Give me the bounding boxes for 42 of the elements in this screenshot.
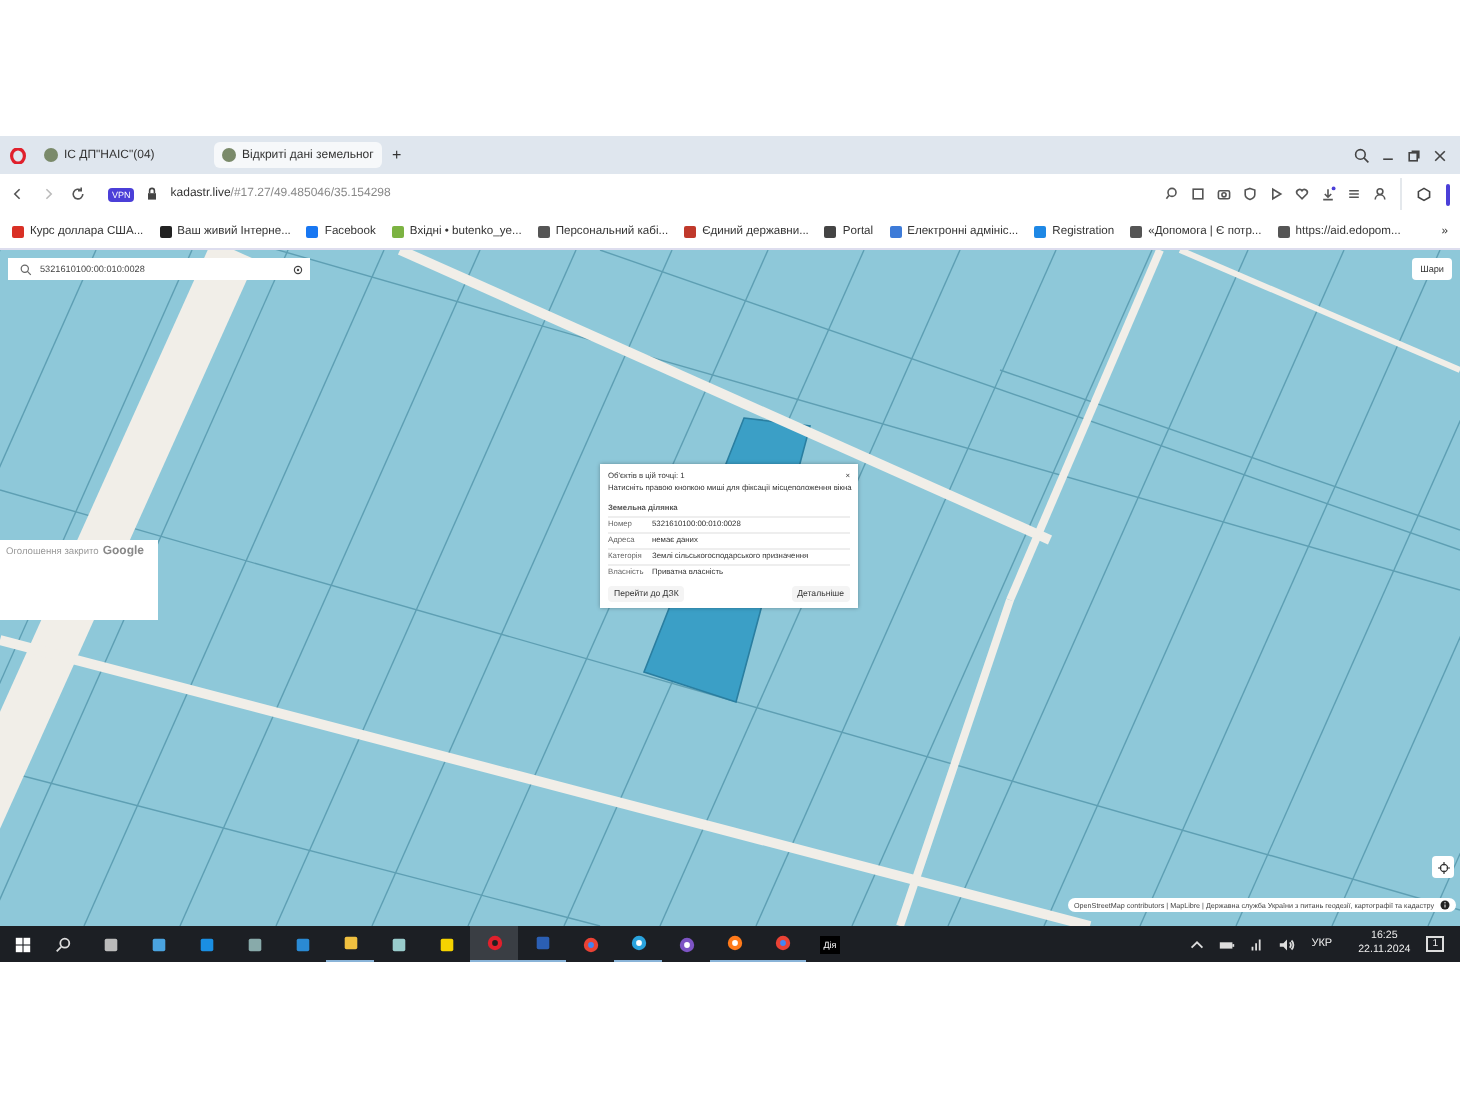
locate-button[interactable] (1432, 856, 1454, 878)
new-tab-button[interactable]: + (392, 146, 402, 164)
volume-icon[interactable] (1277, 935, 1296, 953)
app-square-icon (149, 935, 167, 953)
app-square-icon (293, 935, 311, 953)
app-square-icon (197, 935, 215, 953)
reload-icon[interactable] (70, 186, 86, 202)
app-square-icon (101, 935, 119, 953)
app-circle-icon (629, 934, 647, 952)
app-square-icon (341, 934, 359, 952)
search-icon (20, 263, 32, 275)
camera-icon[interactable] (1216, 186, 1232, 202)
network-icon[interactable] (1247, 935, 1266, 953)
app-circle-icon (677, 935, 695, 953)
crosshair-icon (1437, 861, 1449, 873)
user-icon[interactable] (1372, 186, 1388, 202)
app-square-icon (245, 935, 263, 953)
lock-icon (144, 186, 161, 202)
play-icon[interactable] (1268, 186, 1284, 202)
shield-icon[interactable] (1242, 186, 1258, 202)
taskbar-app[interactable] (470, 926, 518, 962)
app-circle-icon (581, 935, 599, 953)
download-icon[interactable] (1320, 186, 1336, 202)
search-icon (53, 935, 71, 953)
app-square-icon (389, 935, 407, 953)
app-square-icon (437, 935, 455, 953)
app-circle-icon (773, 934, 791, 952)
search-icon[interactable] (1354, 147, 1370, 163)
sidebar-indicator (1446, 183, 1450, 205)
windows-start-icon[interactable] (14, 935, 32, 953)
crosshair-icon[interactable] (292, 263, 304, 275)
heart-icon[interactable] (1294, 186, 1310, 202)
back-icon[interactable] (10, 186, 26, 202)
restore-icon[interactable] (1406, 147, 1422, 163)
close-icon[interactable] (1432, 147, 1448, 163)
app-circle-icon (485, 934, 503, 952)
info-icon[interactable] (1440, 900, 1450, 910)
app-square-icon (533, 934, 551, 952)
opera-logo-icon[interactable] (10, 147, 26, 163)
list-icon[interactable] (1346, 186, 1362, 202)
app-circle-icon (725, 934, 743, 952)
zoom-icon[interactable] (1164, 186, 1180, 202)
